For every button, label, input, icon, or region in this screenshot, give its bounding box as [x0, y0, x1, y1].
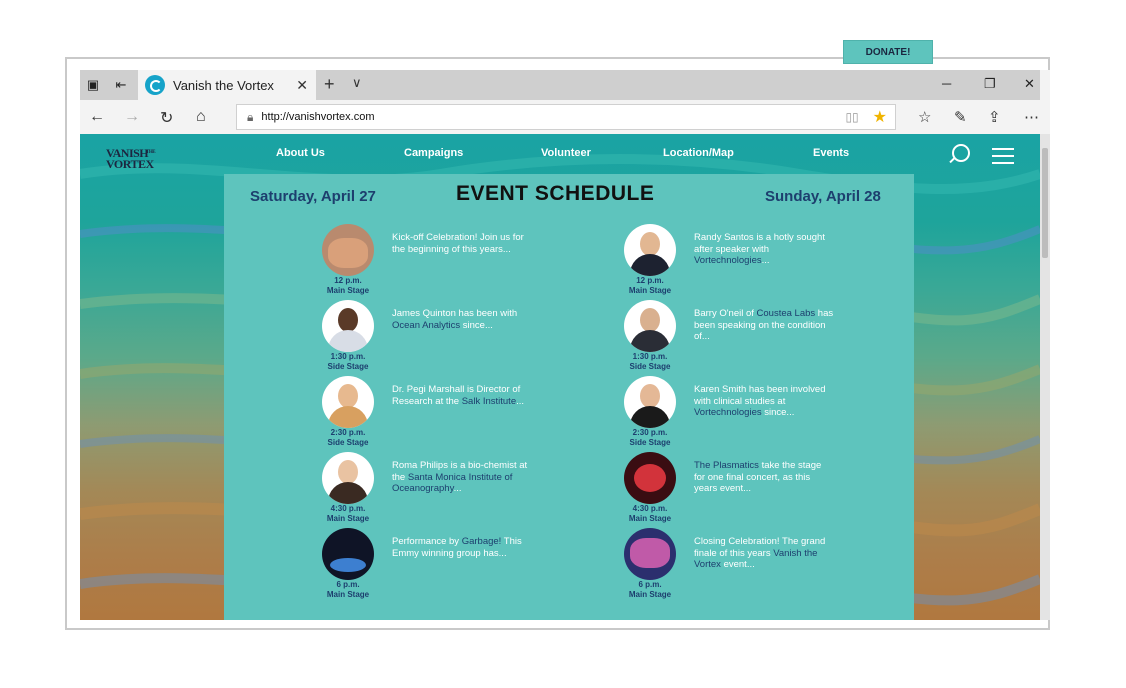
event-photo: [624, 224, 676, 276]
event-time: 6 p.m. Main Stage: [326, 580, 370, 599]
tab-list-chevron-icon[interactable]: ∨: [352, 75, 362, 91]
event-photo: [624, 452, 676, 504]
event-time: 1:30 p.m. Side Stage: [327, 352, 369, 371]
home-icon[interactable]: ⌂: [196, 108, 206, 126]
tab-title: Vanish the Vortex: [173, 77, 274, 93]
site-favicon-icon: [145, 75, 165, 95]
event-photo: [322, 224, 374, 276]
minimize-icon[interactable]: ─: [942, 76, 951, 91]
event-description: Closing Celebration! The grand finale of…: [694, 536, 826, 570]
event-time: 2:30 p.m. Side Stage: [629, 428, 671, 447]
event-description: Karen Smith has been involved with clini…: [694, 384, 826, 418]
event-sun-1[interactable]: 12 p.m. Main Stage Randy Santos is a hotl…: [624, 224, 884, 300]
event-time: 1:30 p.m. Side Stage: [629, 352, 671, 371]
url-text: http://vanishvortex.com: [261, 111, 375, 123]
event-sat-4[interactable]: 4:30 p.m. Main Stage Roma Philips is a bi…: [322, 452, 582, 528]
scrollbar-thumb[interactable]: [1042, 148, 1048, 258]
donate-button[interactable]: DONATE!: [843, 40, 933, 64]
hamburger-menu-icon[interactable]: [992, 148, 1014, 164]
nav-about-us[interactable]: About Us: [276, 147, 325, 159]
nav-location-map[interactable]: Location/Map: [663, 147, 734, 159]
logo-line2: VORTEX: [106, 157, 154, 171]
event-description: Kick-off Celebration! Join us for the be…: [392, 232, 524, 255]
refresh-icon[interactable]: ↻: [160, 108, 173, 128]
event-time: 12 p.m. Main Stage: [628, 276, 672, 295]
nav-campaigns[interactable]: Campaigns: [404, 147, 463, 159]
event-description: Barry O'neil of Coustea Labs has been sp…: [694, 308, 834, 342]
day-right-heading: Sunday, April 28: [765, 188, 881, 205]
event-photo: [322, 452, 374, 504]
event-photo: [624, 300, 676, 352]
event-sun-4[interactable]: 4:30 p.m. Main Stage The Plasmatics take …: [624, 452, 884, 528]
share-icon[interactable]: ⇪: [988, 108, 1001, 126]
page-viewport: VANISH THE VORTEX About Us Campaigns Vol…: [80, 134, 1040, 620]
lock-icon: 🔒︎: [247, 109, 254, 124]
address-bar-row: ← → ↻ ⌂ 🔒︎ http://vanishvortex.com ▯▯ ★ …: [80, 100, 1040, 134]
schedule-panel: Saturday, April 27 EVENT SCHEDULE Sunday…: [224, 174, 914, 620]
event-photo: [322, 528, 374, 580]
event-sun-5[interactable]: 6 p.m. Main Stage Closing Celebration! Th…: [624, 528, 884, 604]
forward-arrow-icon[interactable]: →: [124, 108, 140, 126]
event-description: Randy Santos is a hotly sought after spe…: [694, 232, 825, 266]
event-description: James Quinton has been with Ocean Analyt…: [392, 308, 518, 331]
back-arrow-icon[interactable]: ←: [89, 108, 105, 126]
event-sun-3[interactable]: 2:30 p.m. Side Stage Karen Smith has been…: [624, 376, 884, 452]
event-sat-5[interactable]: 6 p.m. Main Stage Performance by Garbage!…: [322, 528, 582, 604]
nav-events[interactable]: Events: [813, 147, 849, 159]
logo-small: THE: [146, 150, 156, 155]
event-description: The Plasmatics take the stage for one fi…: [694, 460, 822, 494]
day-left-heading: Saturday, April 27: [250, 188, 376, 205]
set-aside-tabs-icon[interactable]: ⇤: [112, 76, 130, 94]
search-icon[interactable]: [952, 144, 970, 162]
event-photo: [322, 376, 374, 428]
page-title: EVENT SCHEDULE: [456, 182, 655, 205]
tab-close-icon[interactable]: ✕: [296, 77, 308, 94]
favorite-star-icon[interactable]: ★: [873, 107, 887, 127]
event-time: 6 p.m. Main Stage: [628, 580, 672, 599]
event-sat-1[interactable]: 12 p.m. Main Stage Kick-off Celebration! …: [322, 224, 582, 300]
browser-window: ▣ ⇤ Vanish the Vortex ✕ + ∨ ─ ❐ ✕ ← → ↻ …: [80, 70, 1050, 620]
event-description: Performance by Garbage! This Emmy winnin…: [392, 536, 522, 559]
event-time: 12 p.m. Main Stage: [326, 276, 370, 295]
event-photo: [322, 300, 374, 352]
more-options-icon[interactable]: ⋯: [1024, 108, 1039, 126]
pen-icon[interactable]: ✎: [954, 108, 967, 126]
event-description: Roma Philips is a bio-chemist at the San…: [392, 460, 528, 494]
favorites-list-icon[interactable]: ☆: [918, 108, 931, 126]
active-tab[interactable]: Vanish the Vortex ✕: [138, 70, 316, 100]
close-window-icon[interactable]: ✕: [1024, 76, 1035, 92]
event-time: 4:30 p.m. Main Stage: [628, 504, 672, 523]
nav-volunteer[interactable]: Volunteer: [541, 147, 591, 159]
reading-view-icon[interactable]: ▯▯: [845, 110, 858, 124]
event-photo: [624, 376, 676, 428]
event-time: 4:30 p.m. Main Stage: [326, 504, 370, 523]
url-field[interactable]: 🔒︎ http://vanishvortex.com ▯▯ ★: [236, 104, 896, 130]
new-tab-icon[interactable]: +: [324, 74, 335, 95]
event-sat-2[interactable]: 1:30 p.m. Side Stage James Quinton has be…: [322, 300, 582, 376]
tab-bar: ▣ ⇤ Vanish the Vortex ✕ + ∨ ─ ❐ ✕: [80, 70, 1040, 100]
page-scrollbar[interactable]: [1040, 134, 1050, 620]
maximize-icon[interactable]: ❐: [984, 76, 996, 92]
event-photo: [624, 528, 676, 580]
event-time: 2:30 p.m. Side Stage: [327, 428, 369, 447]
tab-manager-icon[interactable]: ▣: [84, 76, 102, 94]
event-sat-3[interactable]: 2:30 p.m. Side Stage Dr. Pegi Marshall is…: [322, 376, 582, 452]
event-description: Dr. Pegi Marshall is Director of Researc…: [392, 384, 525, 407]
event-sun-2[interactable]: 1:30 p.m. Side Stage Barry O'neil of Cous…: [624, 300, 884, 376]
site-logo[interactable]: VANISH THE VORTEX: [106, 147, 156, 171]
